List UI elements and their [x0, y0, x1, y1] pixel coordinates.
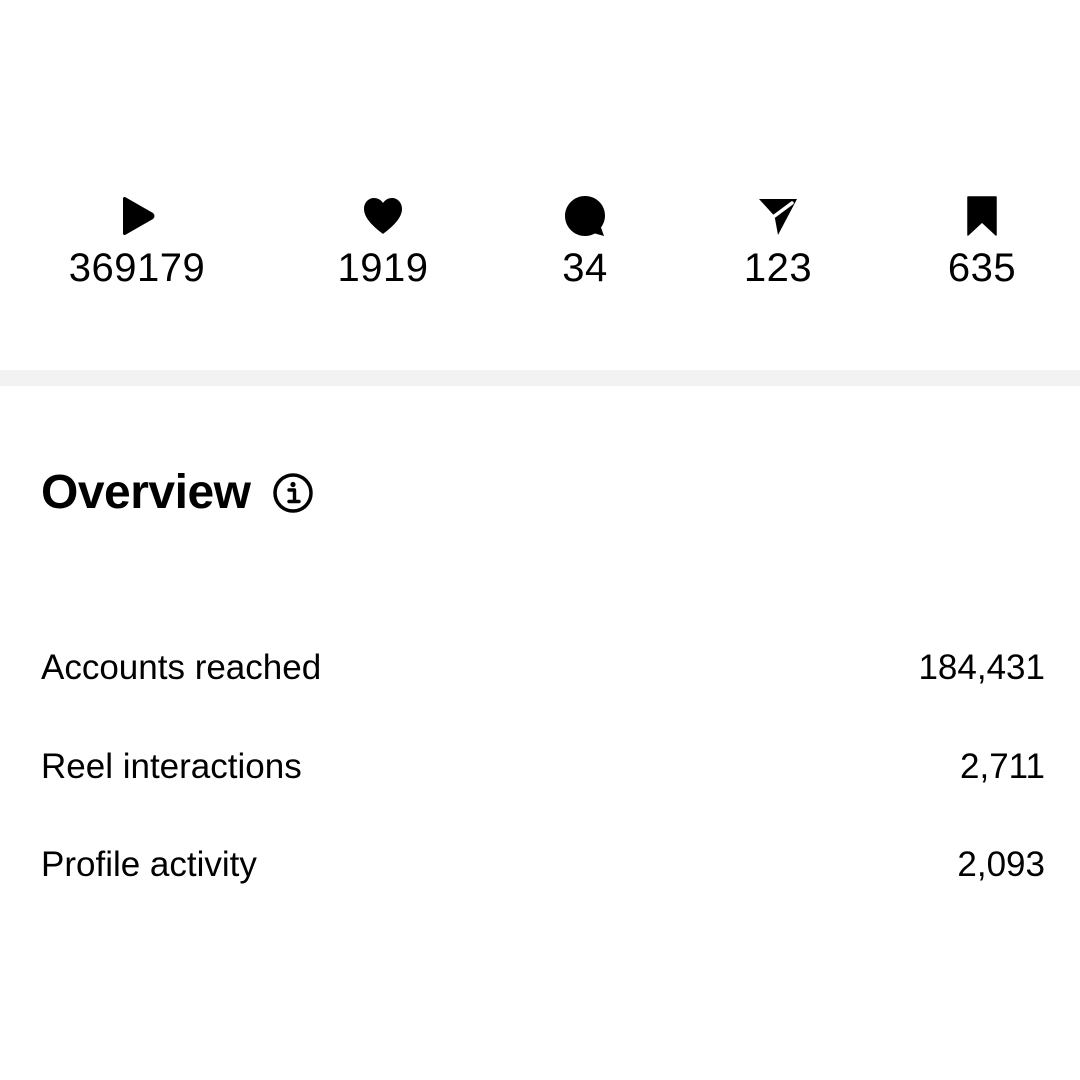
- send-icon: [754, 192, 802, 240]
- comment-icon: [561, 192, 609, 240]
- section-divider: [0, 370, 1080, 386]
- info-icon[interactable]: [272, 472, 314, 514]
- metric-label: Profile activity: [41, 845, 257, 884]
- overview-header: Overview: [41, 462, 314, 524]
- likes-stat[interactable]: 1919: [283, 192, 483, 290]
- play-icon: [113, 192, 161, 240]
- metric-row-reel-interactions[interactable]: Reel interactions 2,711: [41, 737, 1045, 797]
- comments-count: 34: [562, 246, 608, 290]
- bookmark-icon: [958, 192, 1006, 240]
- shares-stat[interactable]: 123: [678, 192, 878, 290]
- metric-row-profile-activity[interactable]: Profile activity 2,093: [41, 835, 1045, 895]
- shares-count: 123: [743, 246, 813, 290]
- comments-stat[interactable]: 34: [485, 192, 685, 290]
- metric-label: Accounts reached: [41, 648, 322, 687]
- plays-count: 369179: [68, 246, 206, 290]
- plays-stat[interactable]: 369179: [37, 192, 237, 290]
- metric-value: 2,711: [960, 747, 1045, 786]
- saves-count: 635: [947, 246, 1017, 290]
- metric-label: Reel interactions: [41, 747, 302, 786]
- overview-title: Overview: [41, 466, 251, 519]
- metric-row-accounts-reached[interactable]: Accounts reached 184,431: [41, 638, 1045, 698]
- saves-stat[interactable]: 635: [882, 192, 1080, 290]
- metric-value: 184,431: [918, 648, 1045, 687]
- metric-value: 2,093: [957, 845, 1045, 884]
- heart-icon: [359, 192, 407, 240]
- likes-count: 1919: [337, 246, 429, 290]
- engagement-stats-row: 369179 1919 34 123 635: [0, 0, 1080, 370]
